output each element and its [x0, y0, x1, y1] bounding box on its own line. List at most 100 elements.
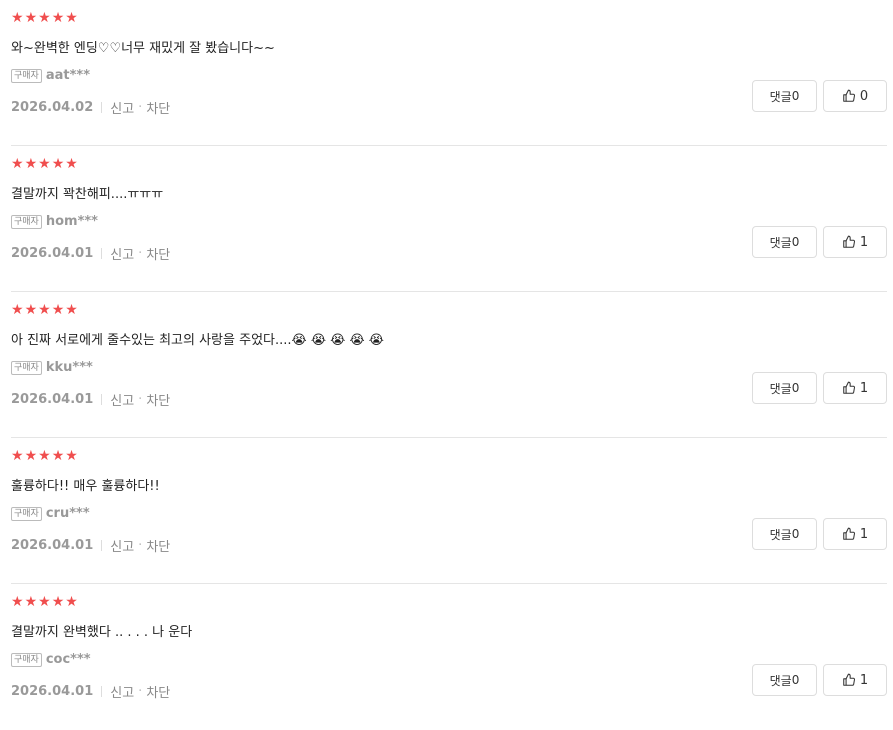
star-icon: ★: [11, 594, 24, 610]
star-rating: ★ ★ ★ ★ ★: [11, 449, 78, 463]
star-icon: ★: [24, 302, 38, 318]
review-date: 2026.04.01: [11, 538, 94, 553]
star-icon: ★: [51, 156, 65, 172]
reviewer-info: 구매자 coc***: [11, 652, 91, 667]
block-link[interactable]: 차단: [146, 536, 170, 555]
reviewer-username: hom***: [45, 214, 98, 229]
star-icon: ★: [11, 448, 24, 464]
reviewer-info: 구매자 aat***: [11, 68, 90, 83]
review-content: 와~완벽한 엔딩♡♡너무 재밌게 잘 봤습니다~~: [11, 41, 275, 56]
like-button[interactable]: 1: [823, 226, 887, 258]
thumbs-up-icon: [843, 527, 855, 540]
meta-dot: ·: [138, 684, 143, 699]
star-icon: ★: [65, 156, 78, 172]
review-meta: 2026.04.01 신고 · 차단: [11, 244, 170, 263]
review-meta: 2026.04.02 신고 · 차단: [11, 98, 170, 117]
like-count: 1: [859, 672, 869, 688]
meta-dot: ·: [138, 538, 143, 553]
block-link[interactable]: 차단: [146, 98, 170, 117]
comment-count: 0: [791, 381, 800, 395]
star-icon: ★: [51, 302, 65, 318]
star-icon: ★: [11, 302, 24, 318]
review-meta: 2026.04.01 신고 · 차단: [11, 390, 170, 409]
buyer-badge: 구매자: [11, 214, 42, 229]
star-icon: ★: [24, 594, 38, 610]
like-button[interactable]: 1: [823, 372, 887, 404]
review-meta: 2026.04.01 신고 · 차단: [11, 536, 170, 555]
star-icon: ★: [65, 302, 78, 318]
star-rating: ★ ★ ★ ★ ★: [11, 157, 78, 171]
report-link[interactable]: 신고: [110, 98, 134, 117]
comment-label: 댓글: [769, 89, 792, 104]
star-icon: ★: [38, 594, 51, 610]
block-link[interactable]: 차단: [146, 390, 170, 409]
review-item: ★ ★ ★ ★ ★ 아 진짜 서로에게 줄수있는 최고의 사랑을 주었다....…: [11, 292, 887, 438]
like-count: 1: [859, 380, 869, 396]
like-button[interactable]: 0: [823, 80, 887, 112]
thumbs-up-icon: [843, 235, 855, 248]
reviewer-info: 구매자 cru***: [11, 506, 90, 521]
reviewer-username: kku***: [45, 360, 93, 375]
review-date: 2026.04.01: [11, 684, 94, 699]
meta-dot: ·: [138, 392, 143, 407]
star-rating: ★ ★ ★ ★ ★: [11, 303, 78, 317]
like-count: 1: [859, 526, 869, 542]
star-icon: ★: [51, 594, 65, 610]
review-content: 아 진짜 서로에게 줄수있는 최고의 사랑을 주었다....😭 😭 😭 😭 😭: [11, 333, 385, 348]
reviewer-username: aat***: [45, 68, 90, 83]
comment-button[interactable]: 댓글 0: [752, 518, 817, 550]
review-date: 2026.04.01: [11, 246, 94, 261]
star-icon: ★: [65, 448, 78, 464]
like-button[interactable]: 1: [823, 664, 887, 696]
star-icon: ★: [11, 10, 24, 26]
like-count: 1: [859, 234, 869, 250]
block-link[interactable]: 차단: [146, 682, 170, 701]
star-icon: ★: [38, 156, 51, 172]
star-icon: ★: [11, 156, 24, 172]
buyer-badge: 구매자: [11, 506, 42, 521]
report-link[interactable]: 신고: [110, 244, 134, 263]
star-icon: ★: [38, 302, 51, 318]
report-link[interactable]: 신고: [110, 536, 134, 555]
buyer-badge: 구매자: [11, 652, 42, 667]
review-list: ★ ★ ★ ★ ★ 와~완벽한 엔딩♡♡너무 재밌게 잘 봤습니다~~ 구매자 …: [0, 0, 893, 730]
thumbs-up-icon: [843, 381, 855, 394]
review-date: 2026.04.01: [11, 392, 94, 407]
star-rating: ★ ★ ★ ★ ★: [11, 595, 78, 609]
comment-button[interactable]: 댓글 0: [752, 80, 817, 112]
review-date: 2026.04.02: [11, 100, 94, 115]
comment-label: 댓글: [769, 235, 792, 250]
comment-count: 0: [791, 89, 800, 103]
review-actions: 댓글 0 0: [752, 80, 887, 112]
review-meta: 2026.04.01 신고 · 차단: [11, 682, 170, 701]
meta-divider: [101, 102, 103, 113]
star-icon: ★: [24, 10, 38, 26]
review-actions: 댓글 0 1: [752, 664, 887, 696]
buyer-badge: 구매자: [11, 68, 42, 83]
comment-label: 댓글: [769, 381, 792, 396]
meta-dot: ·: [138, 100, 143, 115]
star-icon: ★: [65, 10, 78, 26]
review-content: 훌륭하다!! 매우 훌륭하다!!: [11, 479, 160, 494]
thumbs-up-icon: [843, 673, 855, 686]
reviewer-username: coc***: [45, 652, 91, 667]
thumbs-up-icon: [843, 89, 855, 102]
comment-button[interactable]: 댓글 0: [752, 372, 817, 404]
meta-dot: ·: [138, 246, 143, 261]
report-link[interactable]: 신고: [110, 390, 134, 409]
comment-button[interactable]: 댓글 0: [752, 226, 817, 258]
review-item: ★ ★ ★ ★ ★ 결말까지 꽉찬해피....ㅠㅠㅠ 구매자 hom*** 20…: [11, 146, 887, 292]
comment-button[interactable]: 댓글 0: [752, 664, 817, 696]
report-link[interactable]: 신고: [110, 682, 134, 701]
review-item: ★ ★ ★ ★ ★ 훌륭하다!! 매우 훌륭하다!! 구매자 cru*** 20…: [11, 438, 887, 584]
like-button[interactable]: 1: [823, 518, 887, 550]
comment-label: 댓글: [769, 673, 792, 688]
review-actions: 댓글 0 1: [752, 226, 887, 258]
like-count: 0: [859, 88, 869, 104]
star-icon: ★: [24, 448, 38, 464]
star-icon: ★: [51, 448, 65, 464]
reviewer-info: 구매자 kku***: [11, 360, 93, 375]
meta-divider: [101, 248, 103, 259]
block-link[interactable]: 차단: [146, 244, 170, 263]
meta-divider: [101, 394, 103, 405]
